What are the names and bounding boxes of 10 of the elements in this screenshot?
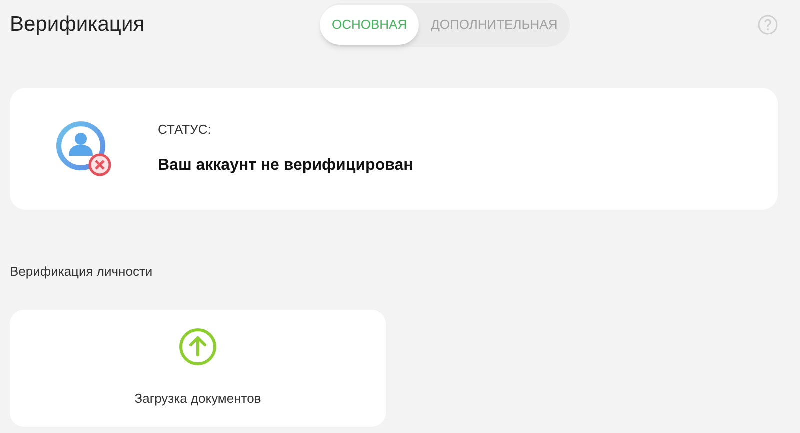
status-label: СТАТУС: [158,121,212,140]
tab[interactable]: ОСНОВНАЯ [320,5,420,45]
page-title: Верификация [10,12,146,38]
upload-card[interactable]: Загрузка документов [10,310,386,426]
upload-icon [178,326,218,366]
section-title: Верификация личности [10,263,154,281]
upload-label: Загрузка документов [134,390,262,408]
help-icon[interactable] [758,15,778,35]
status-text: Ваш аккаунт не верифицирован [158,156,414,176]
tab[interactable]: ДОПОЛНИТЕЛЬНАЯ [419,5,570,45]
